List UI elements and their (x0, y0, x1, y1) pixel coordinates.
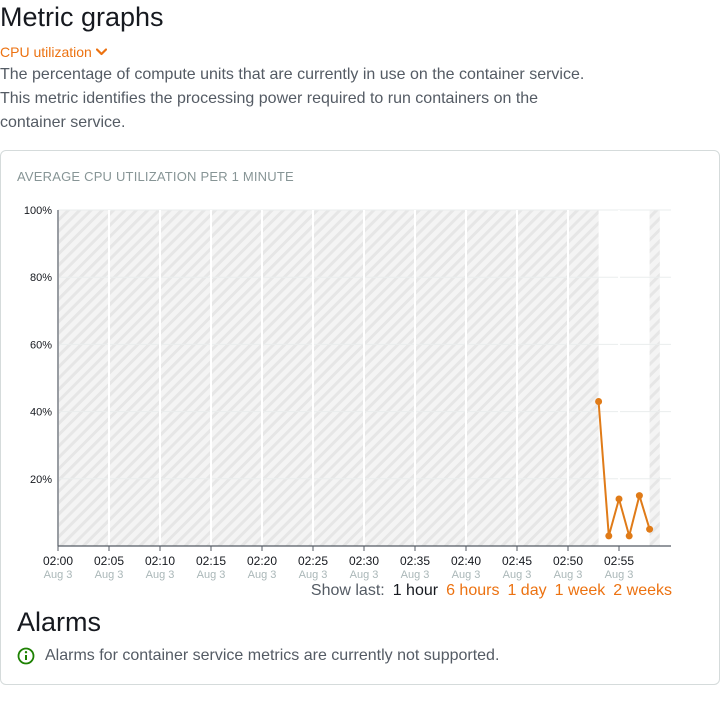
metric-dropdown[interactable]: CPU utilization (0, 43, 107, 61)
x-tick-time: 02:50 (553, 554, 583, 568)
metric-dropdown-label: CPU utilization (0, 44, 92, 60)
x-tick-date: Aug 3 (452, 569, 481, 581)
data-point (615, 495, 623, 503)
metric-graph-panel: AVERAGE CPU UTILIZATION PER 1 MINUTE 100… (0, 150, 720, 685)
range-option-6-hours[interactable]: 6 hours (446, 582, 499, 600)
x-tick-time: 02:30 (349, 554, 379, 568)
x-tick-time: 02:45 (502, 554, 532, 568)
x-tick-time: 02:25 (298, 554, 328, 568)
x-tick-time: 02:55 (604, 554, 634, 568)
alarms-heading: Alarms (17, 607, 102, 637)
alarms-info-message: Alarms for container service metrics are… (17, 647, 499, 665)
x-tick-time: 02:05 (94, 554, 124, 568)
x-tick-time: 02:10 (145, 554, 175, 568)
data-point (635, 492, 643, 500)
time-range-selector: Show last: 1 hour 6 hours 1 day 1 week 2… (311, 582, 672, 600)
x-tick-date: Aug 3 (95, 569, 124, 581)
data-point (595, 398, 603, 406)
cpu-series-line (597, 401, 651, 537)
x-tick-date: Aug 3 (350, 569, 379, 581)
range-option-1-day[interactable]: 1 day (507, 582, 546, 600)
page-title: Metric graphs (0, 2, 164, 32)
y-tick-label: 60% (30, 339, 52, 351)
y-tick-label: 20% (30, 474, 52, 486)
x-tick-date: Aug 3 (146, 569, 175, 581)
metric-description: The percentage of compute units that are… (0, 66, 585, 131)
x-tick-date: Aug 3 (248, 569, 277, 581)
x-tick-time: 02:20 (247, 554, 277, 568)
y-tick-label: 40% (30, 407, 52, 419)
no-data-region (649, 210, 660, 546)
show-last-label: Show last: (310, 582, 385, 599)
x-tick-date: Aug 3 (44, 569, 73, 581)
data-point (625, 532, 633, 540)
chevron-down-icon (95, 48, 107, 56)
data-point (646, 525, 654, 533)
x-tick-date: Aug 3 (401, 569, 430, 581)
x-tick-time: 02:00 (43, 554, 73, 568)
x-tick-date: Aug 3 (605, 569, 634, 581)
x-tick-date: Aug 3 (503, 569, 532, 581)
cpu-utilization-chart: 100%80%60%40%20%02:00Aug 302:05Aug 302:1… (24, 205, 671, 581)
x-tick-time: 02:40 (451, 554, 481, 568)
x-tick-date: Aug 3 (197, 569, 226, 581)
x-tick-date: Aug 3 (554, 569, 583, 581)
range-option-2-weeks[interactable]: 2 weeks (613, 582, 672, 600)
y-tick-label: 80% (30, 272, 52, 284)
range-option-1-week[interactable]: 1 week (555, 582, 606, 600)
data-point (605, 532, 613, 540)
x-tick-date: Aug 3 (299, 569, 328, 581)
range-option-1-hour[interactable]: 1 hour (393, 582, 438, 600)
info-icon (17, 647, 35, 665)
x-tick-time: 02:15 (196, 554, 226, 568)
y-tick-label: 100% (24, 205, 52, 217)
x-tick-time: 02:35 (400, 554, 430, 568)
alarms-info-text: Alarms for container service metrics are… (45, 647, 500, 664)
